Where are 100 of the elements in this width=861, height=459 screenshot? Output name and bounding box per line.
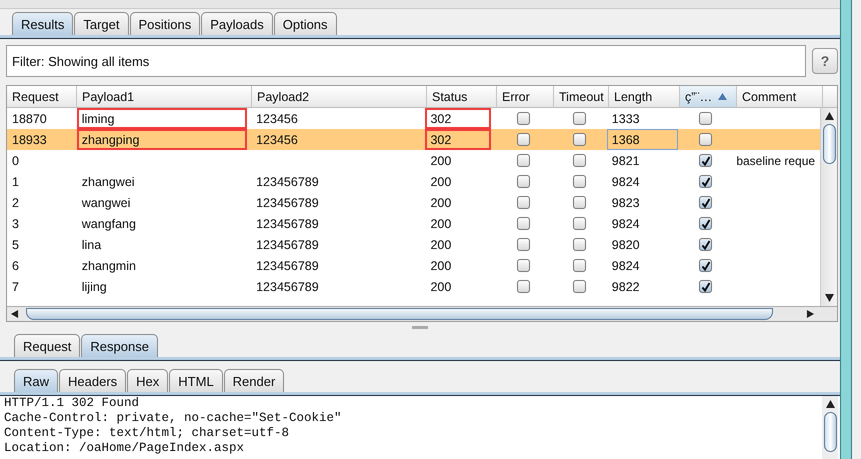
- table-cell: 3: [12, 216, 19, 230]
- checkbox[interactable]: [572, 280, 586, 293]
- column-header[interactable]: Status: [427, 86, 497, 107]
- column-header[interactable]: Error: [497, 86, 554, 107]
- filter-bar[interactable]: Filter: Showing all items: [6, 45, 806, 77]
- table-cell: zhangwei: [82, 174, 135, 188]
- vertical-scrollbar[interactable]: [820, 108, 837, 306]
- checkbox[interactable]: [517, 217, 530, 230]
- tab[interactable]: Results: [12, 12, 74, 35]
- scrollbar-thumb[interactable]: [822, 124, 836, 164]
- checkbox[interactable]: [517, 238, 530, 251]
- right-arrow-icon[interactable]: [806, 310, 815, 318]
- table-cell: 123456: [256, 112, 298, 126]
- tab[interactable]: Headers: [59, 369, 126, 392]
- up-arrow-icon[interactable]: [826, 400, 834, 408]
- result-row[interactable]: 18870 liming 123456 302 1333: [7, 108, 820, 129]
- up-arrow-icon[interactable]: [824, 112, 834, 120]
- check-icon: [700, 218, 711, 228]
- checkbox[interactable]: [699, 280, 712, 293]
- table-cell: 9824: [612, 216, 640, 230]
- tab[interactable]: Positions: [130, 12, 200, 35]
- table-cell: 123456789: [256, 280, 319, 294]
- tab[interactable]: Render: [224, 369, 284, 392]
- checkbox[interactable]: [572, 259, 586, 272]
- tab[interactable]: Options: [274, 12, 337, 35]
- column-header[interactable]: Request: [7, 86, 77, 107]
- down-arrow-icon[interactable]: [824, 294, 834, 302]
- column-header[interactable]: Payload2: [252, 86, 427, 107]
- column-header[interactable]: Timeout: [554, 86, 609, 107]
- checkbox[interactable]: [517, 196, 530, 209]
- table-cell: 200: [430, 154, 452, 168]
- table-cell: 9823: [612, 196, 640, 210]
- help-button[interactable]: ?: [812, 48, 838, 74]
- table-cell: 9820: [612, 238, 640, 252]
- table-cell: 1: [12, 174, 19, 188]
- checkbox[interactable]: [517, 259, 530, 272]
- checkbox[interactable]: [572, 154, 586, 167]
- table-cell: 9821: [612, 154, 640, 168]
- checkbox[interactable]: [699, 112, 712, 125]
- splitter-grip-icon[interactable]: [412, 326, 428, 328]
- tab[interactable]: Raw: [14, 369, 58, 392]
- tab[interactable]: Request: [14, 334, 80, 357]
- table-cell: 123456789: [256, 216, 319, 230]
- table-cell: wangfang: [82, 216, 136, 230]
- table-cell: 302: [430, 132, 452, 146]
- scrollbar-thumb[interactable]: [824, 412, 836, 452]
- table-cell: lijing: [82, 280, 107, 294]
- table-cell: liming: [82, 112, 114, 126]
- table-cell: 6: [12, 258, 19, 272]
- result-row[interactable]: 2 wangwei 123456789 200 9823: [7, 192, 820, 213]
- result-row[interactable]: 7 lijing 123456789 200 9822: [7, 276, 820, 297]
- scrollbar-thumb[interactable]: [26, 308, 773, 320]
- checkbox[interactable]: [517, 280, 530, 293]
- checkbox[interactable]: [699, 133, 712, 146]
- check-icon: [700, 198, 711, 208]
- horizontal-scrollbar[interactable]: [7, 306, 837, 321]
- tab[interactable]: Target: [74, 12, 128, 35]
- response-line: Cache-Control: private, no-cache="Set-Cookie": [4, 411, 343, 426]
- tab[interactable]: Response: [81, 334, 158, 357]
- checkbox[interactable]: [699, 154, 712, 167]
- checkbox[interactable]: [572, 217, 586, 230]
- column-header[interactable]: ç”¨…: [680, 86, 737, 107]
- checkbox[interactable]: [699, 238, 712, 251]
- checkbox[interactable]: [572, 196, 586, 209]
- checkbox[interactable]: [699, 175, 712, 188]
- result-row[interactable]: 1 zhangwei 123456789 200 9824: [7, 171, 820, 192]
- table-cell: 5: [12, 238, 19, 252]
- column-header[interactable]: Comment: [737, 86, 823, 107]
- checkbox[interactable]: [572, 112, 586, 125]
- checkbox[interactable]: [517, 154, 530, 167]
- table-cell: 200: [430, 174, 452, 188]
- result-row[interactable]: 3 wangfang 123456789 200 9824: [7, 213, 820, 234]
- checkbox[interactable]: [572, 238, 586, 251]
- result-row[interactable]: 5 lina 123456789 200 9820: [7, 234, 820, 255]
- table-cell: 302: [430, 112, 452, 126]
- table-cell: 0: [12, 154, 19, 168]
- checkbox[interactable]: [699, 196, 712, 209]
- check-icon: [700, 260, 711, 270]
- checkbox[interactable]: [517, 175, 530, 188]
- checkbox[interactable]: [699, 259, 712, 272]
- tab[interactable]: Payloads: [201, 12, 273, 35]
- tab[interactable]: Hex: [127, 369, 168, 392]
- table-cell: baseline reque: [736, 154, 816, 168]
- table-cell: 200: [430, 280, 452, 294]
- result-row[interactable]: 18933 zhangping 123456 302 1368: [7, 129, 820, 150]
- table-cell: lina: [82, 238, 102, 252]
- column-header[interactable]: Payload1: [77, 86, 252, 107]
- result-row[interactable]: 0 200 9821 baseline reque: [7, 150, 820, 171]
- checkbox[interactable]: [517, 133, 530, 146]
- checkbox[interactable]: [572, 175, 586, 188]
- tab[interactable]: HTML: [169, 369, 223, 392]
- table-cell: 123456789: [256, 196, 319, 210]
- table-cell: 200: [430, 258, 452, 272]
- table-cell: zhangmin: [82, 258, 136, 272]
- result-row[interactable]: 6 zhangmin 123456789 200 9824: [7, 255, 820, 276]
- checkbox[interactable]: [699, 217, 712, 230]
- left-arrow-icon[interactable]: [10, 310, 19, 318]
- checkbox[interactable]: [572, 133, 586, 146]
- checkbox[interactable]: [517, 112, 530, 125]
- table-cell: 123456789: [256, 238, 319, 252]
